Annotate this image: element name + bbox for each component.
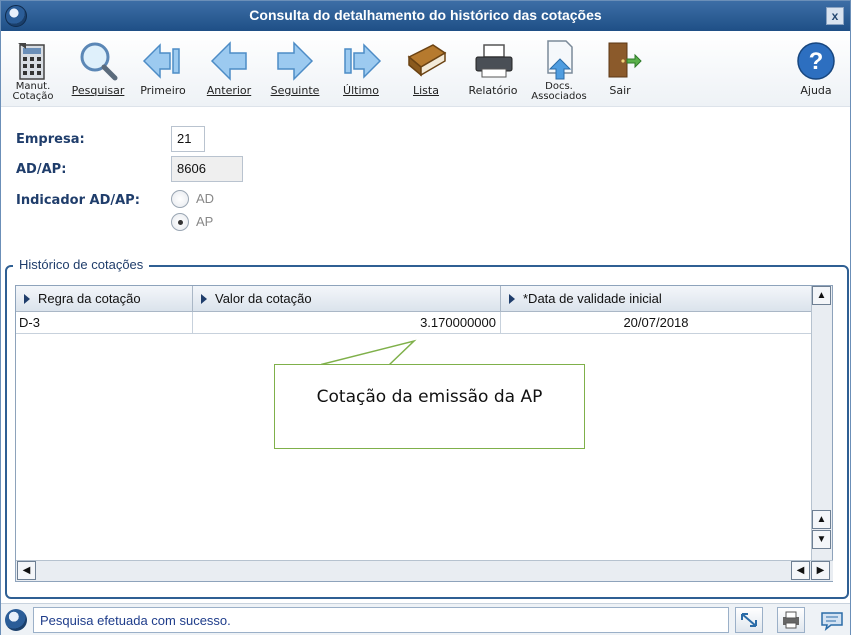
scroll-up-icon[interactable]: ▲: [812, 286, 831, 305]
table-row[interactable]: D-3 3.170000000 20/07/2018: [16, 312, 812, 334]
cell-data: 20/07/2018: [623, 315, 689, 330]
chat-button[interactable]: [819, 608, 845, 632]
sort-arrow-icon: [24, 294, 30, 304]
column-header-label: *Data de validade inicial: [523, 291, 662, 306]
lista-label: Lista: [413, 84, 439, 97]
primeiro-label: Primeiro: [140, 84, 186, 97]
radio-ap-label: AP: [196, 214, 214, 229]
lista-button[interactable]: Lista: [397, 35, 455, 107]
cell-regra: D-3: [16, 312, 193, 334]
print-screen-button[interactable]: [777, 607, 805, 633]
toolbar: Manut. Cotação Pesquisar Primeiro Anteri…: [1, 31, 850, 107]
column-header-valor[interactable]: Valor da cotação: [193, 286, 501, 312]
primeiro-button[interactable]: Primeiro: [133, 35, 193, 107]
previous-arrow-icon: [210, 41, 247, 81]
calculator-icon: [18, 43, 45, 80]
app-window: Consulta do detalhamento do histórico da…: [0, 0, 851, 635]
relatorio-button[interactable]: Relatório: [461, 35, 525, 107]
chat-bubble-icon: [821, 612, 843, 631]
ajuda-label: Ajuda: [800, 84, 832, 97]
first-arrow-icon: [142, 43, 180, 79]
sair-button[interactable]: Sair: [593, 35, 647, 107]
status-bar: Pesquisa efetuada com sucesso.: [1, 603, 850, 635]
column-header-data[interactable]: *Data de validade inicial: [501, 286, 812, 312]
maximize-arrow-button[interactable]: [735, 607, 763, 633]
printer-small-icon: [783, 611, 799, 629]
vertical-scrollbar[interactable]: ▲ ▲ ▼: [811, 286, 832, 561]
status-logo-icon: [5, 609, 27, 631]
exit-door-icon: [608, 42, 642, 78]
status-message: Pesquisa efetuada com sucesso.: [33, 607, 729, 633]
pesquisar-button[interactable]: Pesquisar: [67, 35, 129, 107]
book-icon: [407, 44, 447, 77]
scroll-left-icon[interactable]: ◀: [791, 561, 810, 580]
resize-arrow-icon: [741, 613, 757, 627]
column-header-regra[interactable]: Regra da cotação: [16, 286, 193, 312]
next-arrow-icon: [277, 41, 314, 81]
help-glyph: ?: [809, 48, 824, 75]
manut-cotacao-button[interactable]: Manut. Cotação: [5, 35, 61, 107]
anterior-label: Anterior: [206, 84, 252, 97]
grid-header: Regra da cotação Valor da cotação *Data …: [16, 286, 812, 312]
callout-pointer: [321, 339, 417, 366]
sair-label: Sair: [609, 84, 631, 97]
sort-arrow-icon: [201, 294, 207, 304]
scroll-up-icon[interactable]: ▲: [812, 510, 831, 529]
column-header-label: Valor da cotação: [215, 291, 312, 306]
docs-associados-button[interactable]: Docs. Associados: [527, 35, 591, 107]
ultimo-label: Último: [343, 84, 379, 97]
radio-ad-label: AD: [196, 191, 215, 206]
anterior-button[interactable]: Anterior: [199, 35, 259, 107]
pesquisar-label: Pesquisar: [71, 84, 125, 97]
seguinte-button[interactable]: Seguinte: [265, 35, 325, 107]
scroll-right-icon[interactable]: ▶: [811, 561, 830, 580]
column-header-label: Regra da cotação: [38, 291, 141, 306]
empresa-field[interactable]: 21: [171, 126, 205, 152]
scroll-left-icon[interactable]: ◀: [17, 561, 36, 580]
magnifier-icon: [80, 42, 118, 81]
title-bar: Consulta do detalhamento do histórico da…: [1, 1, 850, 31]
docs-label-2: Associados: [531, 91, 587, 102]
cell-valor: 3.170000000: [193, 312, 501, 334]
horizontal-scrollbar[interactable]: ◀ ◀ ▶: [16, 560, 833, 581]
adap-label: AD/AP:: [16, 162, 67, 177]
documents-upload-icon: [547, 40, 573, 80]
seguinte-label: Seguinte: [270, 84, 320, 97]
relatorio-label: Relatório: [468, 84, 518, 97]
close-button[interactable]: x: [826, 7, 844, 25]
help-icon: ?: [797, 42, 835, 80]
sort-arrow-icon: [509, 294, 515, 304]
radio-ad[interactable]: [171, 190, 189, 208]
callout-box: Cotação da emissão da AP: [274, 364, 585, 449]
manut-label-2: Cotação: [12, 91, 54, 102]
last-arrow-icon: [344, 43, 382, 79]
printer-icon: [475, 44, 513, 78]
adap-field[interactable]: 8606: [171, 156, 243, 182]
ultimo-button[interactable]: Último: [331, 35, 391, 107]
ajuda-button[interactable]: ? Ajuda: [787, 35, 845, 107]
indicador-label: Indicador AD/AP:: [16, 193, 140, 208]
window-title: Consulta do detalhamento do histórico da…: [249, 7, 602, 23]
history-group-title: Histórico de cotações: [13, 257, 150, 272]
radio-ap[interactable]: [171, 213, 189, 231]
scroll-down-icon[interactable]: ▼: [812, 530, 831, 549]
empresa-label: Empresa:: [16, 132, 85, 147]
callout-text: Cotação da emissão da AP: [316, 387, 543, 407]
